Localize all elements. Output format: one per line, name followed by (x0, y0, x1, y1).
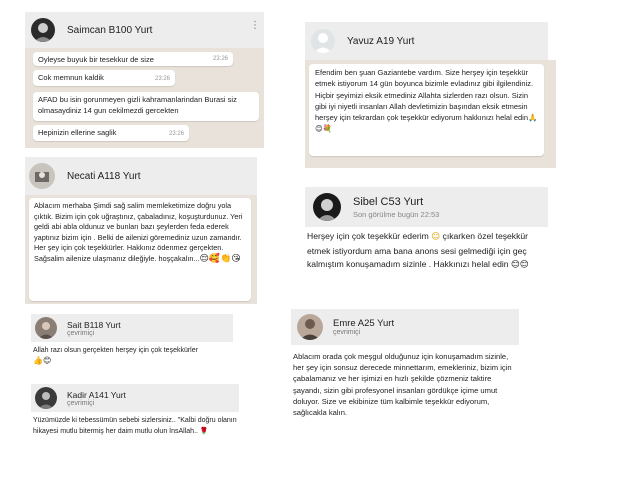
contact-name: Sibel C53 Yurt (353, 195, 424, 208)
default-avatar-icon (314, 33, 332, 53)
chat-header-necati[interactable]: Necati A118 Yurt (25, 157, 257, 195)
message-text: Cok memnun kaldik (38, 73, 104, 82)
chat-yavuz: Yavuz A19 Yurt Efendim ben şuan Gaziante… (305, 22, 556, 168)
chat-sibel: Sibel C53 Yurt Son görülme bugün 22:53 H… (305, 187, 548, 289)
message-block: Yüzümüzde ki tebessümün sebebi sizlersin… (33, 416, 239, 437)
chat-body: Oyleyse buyuk bir tesekkur de size 23:26… (25, 48, 264, 148)
message-bubble: Hepinizin ellerine saglik 23:26 (33, 125, 189, 141)
contact-name: Necati A118 Yurt (67, 170, 141, 182)
avatar[interactable] (311, 29, 335, 53)
contact-name: Yavuz A19 Yurt (347, 35, 415, 47)
chat-emre: Emre A25 Yurt çevrimiçi Ablacım orada ço… (291, 309, 521, 444)
emoji-group: 👍😊 (33, 356, 52, 365)
rose-emoji: 🌹 (199, 427, 209, 435)
header-text: Kadir A141 Yurt çevrimiçi (67, 390, 126, 407)
message-text: Ablacım orada çok meşgul olduğunuz için … (293, 352, 512, 418)
message-text: AFAD bu isin gorunmeyen gizli kahramanla… (38, 95, 237, 115)
chat-header-sibel[interactable]: Sibel C53 Yurt Son görülme bugün 22:53 (305, 187, 548, 227)
message-bubble: Cok memnun kaldik 23:26 (33, 70, 175, 86)
chat-header-kadir[interactable]: Kadir A141 Yurt çevrimiçi (31, 384, 239, 412)
message-text: Efendim ben şuan Gaziantebe vardım. Size… (315, 68, 534, 123)
message-text: Hepinizin ellerine saglik (38, 128, 117, 137)
header-text: Sibel C53 Yurt Son görülme bugün 22:53 (353, 196, 439, 219)
message-bubble: Oyleyse buyuk bir tesekkur de size 23:26 (33, 52, 233, 66)
chat-body: Efendim ben şuan Gaziantebe vardım. Size… (305, 60, 556, 168)
message-time: 23:26 (168, 130, 184, 137)
user-photo-icon (317, 199, 337, 221)
contact-name: Kadir A141 Yurt (67, 389, 126, 400)
smile-emoji: ☺ (431, 232, 441, 242)
message-bubble: Ablacım merhaba Şimdi sağ salim memleket… (29, 198, 251, 301)
message-text: Allah razı olsun gerçekten herşey için ç… (33, 347, 198, 354)
chat-header-yavuz[interactable]: Yavuz A19 Yurt (305, 22, 548, 60)
avatar[interactable] (313, 193, 341, 221)
chat-header-sait[interactable]: Sait B118 Yurt çevrimiçi (31, 314, 233, 342)
user-photo-icon (38, 392, 54, 409)
message-bubble: Efendim ben şuan Gaziantebe vardım. Size… (309, 64, 544, 156)
emoji-group: 😌🥰👏😘 (199, 253, 241, 264)
message-time: 23:26 (212, 55, 228, 62)
emoji-group: 😊😊 (510, 260, 529, 270)
online-status: çevrimiçi (67, 399, 95, 407)
contact-name: Emre A25 Yurt (333, 318, 395, 329)
more-vertical-icon[interactable]: ⋮ (250, 21, 260, 31)
online-status: çevrimiçi (67, 329, 95, 337)
header-text: Emre A25 Yurt çevrimiçi (333, 318, 394, 336)
chat-sait: Sait B118 Yurt çevrimiçi Allah razı olsu… (31, 314, 233, 372)
contact-name: Saimcan B100 Yurt (67, 24, 153, 36)
user-photo-icon (300, 319, 320, 340)
chat-header-emre[interactable]: Emre A25 Yurt çevrimiçi (291, 309, 519, 345)
contact-name: Sait B118 Yurt (67, 319, 121, 330)
message-block: Allah razı olsun gerçekten herşey için ç… (33, 346, 233, 367)
chat-body: Ablacım merhaba Şimdi sağ salim memleket… (25, 195, 257, 304)
chat-necati: Necati A118 Yurt Ablacım merhaba Şimdi s… (25, 157, 257, 304)
header-text: Sait B118 Yurt çevrimiçi (67, 320, 121, 337)
message-text: Herşey için çok teşekkür ederim (307, 231, 429, 241)
message-bubble: AFAD bu isin gorunmeyen gizli kahramanla… (33, 92, 259, 121)
avatar[interactable] (31, 18, 55, 42)
user-photo-icon (35, 172, 49, 182)
message-text: Oyleyse buyuk bir tesekkur de size (38, 55, 154, 64)
chat-header-saimcan[interactable]: Saimcan B100 Yurt ⋮ (25, 12, 264, 48)
chat-kadir: Kadir A141 Yurt çevrimiçi Yüzümüzde ki t… (31, 384, 241, 454)
last-seen-status: Son görülme bugün 22:53 (353, 209, 440, 219)
message-block: Herşey için çok teşekkür ederim ☺ çıkark… (307, 230, 550, 273)
avatar[interactable] (35, 387, 57, 409)
message-time: 23:26 (154, 75, 170, 82)
avatar[interactable] (29, 163, 55, 189)
user-photo-icon (38, 322, 54, 339)
online-status: çevrimiçi (333, 329, 361, 336)
user-photo-icon (34, 23, 52, 42)
chat-saimcan: Saimcan B100 Yurt ⋮ Oyleyse buyuk bir te… (25, 12, 264, 148)
avatar[interactable] (297, 314, 323, 340)
avatar[interactable] (35, 317, 57, 339)
